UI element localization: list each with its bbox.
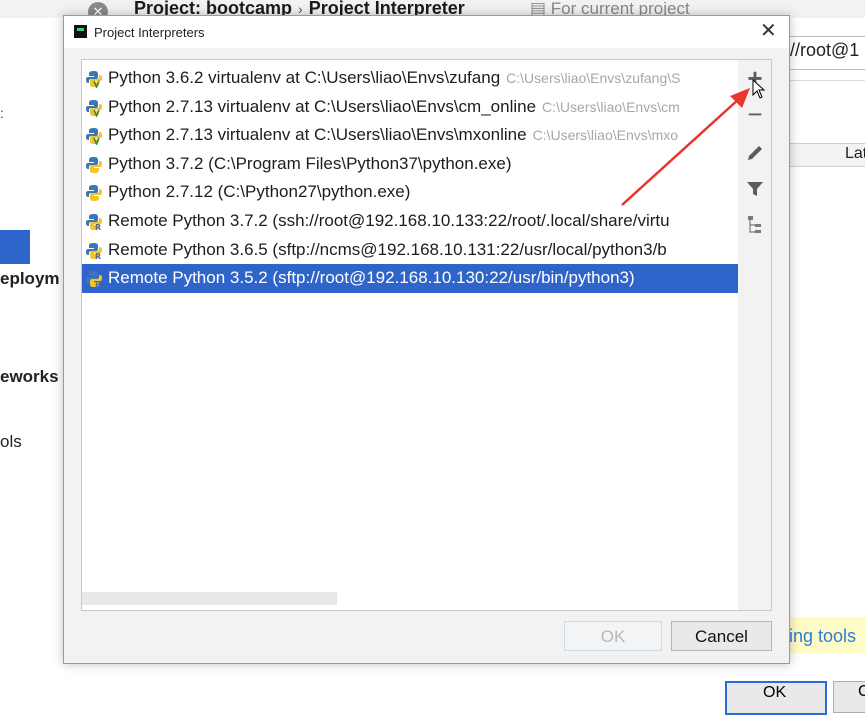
interpreter-row[interactable]: Python 2.7.13 virtualenv at C:\Users\lia… [82, 93, 739, 122]
interpreter-row[interactable]: Python 2.7.12 (C:\Python27\python.exe) [82, 178, 739, 207]
python-virtualenv-icon [86, 99, 102, 117]
interpreter-name: Remote Python 3.7.2 (ssh://root@192.168.… [108, 211, 670, 231]
ok-button[interactable]: OK [564, 621, 662, 651]
interpreter-name-text: Python 2.7.13 virtualenv at C:\Users\lia… [108, 96, 537, 116]
sidebar-fragment-mark: : [0, 105, 4, 121]
close-icon[interactable]: ✕ [760, 19, 777, 43]
interpreter-row[interactable]: Python 3.6.2 virtualenv at C:\Users\liao… [82, 64, 739, 93]
sidebar-item-tools[interactable]: ols [0, 432, 22, 452]
sidebar-selected-item[interactable] [0, 230, 30, 264]
sidebar-item-deployment[interactable]: eploym [0, 269, 60, 289]
interpreter-row[interactable]: R Remote Python 3.7.2 (ssh://root@192.168… [82, 207, 739, 236]
horizontal-scrollbar[interactable] [82, 592, 337, 605]
interpreter-name-text: Python 3.7.2 (C:\Program Files\Python37\… [108, 153, 512, 173]
interpreter-name-text: Python 3.6.2 virtualenv at C:\Users\liao… [108, 68, 501, 87]
show-paths-tree-icon[interactable] [742, 212, 768, 238]
interpreter-name: Remote Python 3.6.5 (sftp://ncms@192.168… [108, 240, 667, 260]
python-virtualenv-icon [86, 71, 102, 88]
interpreter-name-text: Python 2.7.13 virtualenv at C:\Users\lia… [108, 125, 527, 145]
pencil-icon[interactable] [742, 140, 768, 166]
interpreter-name: Python 2.7.12 (C:\Python27\python.exe) [108, 182, 410, 202]
interpreter-row[interactable]: Python 2.7.13 virtualenv at C:\Users\lia… [82, 121, 739, 150]
svg-text:R: R [95, 252, 101, 260]
interpreter-toolbar: + − [738, 59, 772, 611]
interpreter-name-text: Python 2.7.12 (C:\Python27\python.exe) [108, 182, 411, 202]
interpreter-name: Python 3.7.2 (C:\Program Files\Python37\… [108, 154, 511, 174]
settings-ok-label: OK [763, 684, 787, 701]
interpreter-name-text: Remote Python 3.5.2 (sftp://root@192.168… [108, 268, 635, 288]
cancel-label: Cancel [695, 627, 748, 646]
remote-python-icon: R [86, 271, 102, 288]
python-virtualenv-icon [86, 128, 102, 146]
svg-text:R: R [95, 280, 101, 288]
interpreter-list-panel: Python 3.6.2 virtualenv at C:\Users\liao… [81, 59, 740, 611]
interpreter-name-text: Remote Python 3.7.2 (ssh://root@192.168.… [108, 210, 670, 230]
python-icon [86, 185, 102, 202]
interpreter-path: C:\Users\liao\Envs\mxo [532, 127, 679, 144]
settings-cancel-label: C [858, 683, 865, 700]
interpreter-row[interactable]: Python 3.7.2 (C:\Program Files\Python37\… [82, 150, 739, 179]
remove-interpreter-button[interactable]: − [742, 101, 768, 128]
dialog-title-bar: Project Interpreters ✕ [64, 16, 789, 48]
sidebar-item-frameworks[interactable]: eworks [0, 367, 59, 387]
project-interpreters-dialog: Project Interpreters ✕ Python 3.6.2 virt… [63, 15, 790, 664]
interpreter-select-value: //root@1 [790, 40, 860, 60]
dialog-title: Project Interpreters [94, 25, 205, 40]
interpreter-path: C:\Users\liao\Envs\zufang\S [506, 70, 681, 86]
cancel-button[interactable]: Cancel [671, 621, 772, 651]
interpreter-row[interactable]: R Remote Python 3.5.2 (sftp://root@192.16… [82, 264, 739, 293]
mouse-cursor-icon [752, 79, 766, 99]
ok-label: OK [600, 627, 626, 646]
svg-text:R: R [95, 223, 101, 231]
python-icon [86, 156, 102, 173]
interpreter-list: Python 3.6.2 virtualenv at C:\Users\liao… [82, 64, 739, 293]
filter-icon[interactable] [742, 176, 768, 202]
interpreter-path: C:\Users\liao\Envs\cm [542, 98, 680, 115]
interpreter-row[interactable]: R Remote Python 3.6.5 (sftp://ncms@192.16… [82, 236, 739, 265]
settings-ok-button[interactable]: OK [725, 681, 827, 715]
packages-divider [788, 80, 865, 107]
settings-cancel-button[interactable]: C [833, 681, 865, 713]
interpreter-name: Python 2.7.13 virtualenv at C:\Users\lia… [108, 97, 680, 117]
pycharm-app-icon [74, 25, 87, 38]
interpreter-name: Python 2.7.13 virtualenv at C:\Users\lia… [108, 125, 678, 145]
interpreter-name-text: Remote Python 3.6.5 (sftp://ncms@192.168… [108, 239, 667, 259]
remote-python-icon: R [86, 242, 102, 260]
interpreter-name: Remote Python 3.5.2 (sftp://root@192.168… [108, 268, 635, 288]
remote-python-icon: R [86, 213, 102, 231]
hint-link[interactable]: ing tools [789, 626, 856, 647]
latest-version-column-header[interactable]: Lat [845, 145, 865, 163]
interpreter-name: Python 3.6.2 virtualenv at C:\Users\liao… [108, 68, 680, 88]
